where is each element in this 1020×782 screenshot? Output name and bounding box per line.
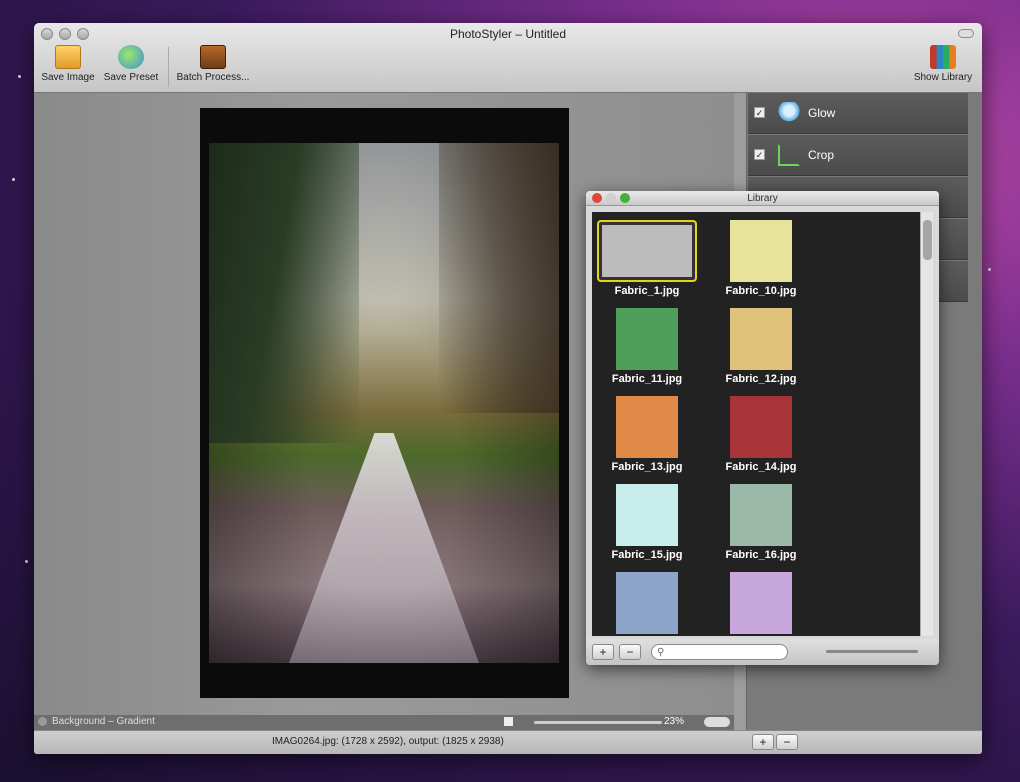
library-thumbnail	[616, 308, 678, 370]
library-item[interactable]: Fabric_1.jpg	[592, 215, 702, 297]
library-item[interactable]: Fabric_12.jpg	[706, 303, 816, 385]
library-item[interactable]	[706, 567, 816, 636]
layer-icon	[38, 717, 47, 726]
library-item[interactable]	[592, 567, 702, 636]
photo-road	[289, 433, 479, 663]
library-item-label: Fabric_16.jpg	[725, 549, 797, 561]
canvas-status-bar: Background – Gradient 23%	[34, 715, 734, 730]
library-thumbnail	[616, 572, 678, 634]
library-minimize-button[interactable]	[606, 193, 616, 203]
toolbar-toggle-button[interactable]	[958, 29, 974, 38]
zoom-slider[interactable]	[534, 721, 662, 724]
library-zoom-button[interactable]	[620, 193, 630, 203]
library-title: Library	[747, 193, 778, 204]
save-image-icon	[55, 45, 81, 69]
remove-effect-button[interactable]: −	[776, 734, 798, 750]
library-item-label: Fabric_11.jpg	[611, 373, 683, 385]
show-library-button[interactable]: Show Library	[910, 45, 976, 83]
effect-crop-label: Crop	[808, 148, 835, 162]
library-add-button[interactable]: +	[592, 644, 614, 660]
library-thumbnail	[730, 396, 792, 458]
effect-glow-checkbox[interactable]: ✓	[754, 107, 765, 118]
view-toggle-button[interactable]	[704, 717, 730, 727]
lightbulb-icon	[778, 102, 800, 124]
library-thumbnail	[730, 220, 792, 282]
effect-glow-label: Glow	[808, 106, 836, 120]
effect-crop[interactable]: ✓ Crop	[748, 135, 968, 176]
library-item[interactable]: Fabric_10.jpg	[706, 215, 816, 297]
library-thumbnail	[730, 484, 792, 546]
library-bottom-bar: + − ⚲	[586, 639, 939, 665]
star-decoration	[25, 560, 28, 563]
window-titlebar: PhotoStyler – Untitled Save Image Save P…	[34, 23, 982, 93]
batch-process-label: Batch Process...	[176, 72, 250, 83]
library-scrollbar[interactable]	[920, 212, 933, 636]
zoom-fit-icon[interactable]	[504, 717, 513, 726]
save-preset-icon	[118, 45, 144, 69]
library-item[interactable]: Fabric_13.jpg	[592, 391, 702, 473]
library-thumbnail	[730, 308, 792, 370]
effect-glow[interactable]: ✓ Glow	[748, 93, 968, 134]
save-preset-button[interactable]: Save Preset	[100, 45, 162, 83]
library-thumbnail	[616, 396, 678, 458]
library-item-label: Fabric_10.jpg	[725, 285, 797, 297]
library-item-label: Fabric_13.jpg	[611, 461, 683, 473]
search-icon: ⚲	[657, 647, 665, 658]
books-icon	[930, 45, 956, 69]
photo-trees-left	[209, 143, 359, 443]
library-item[interactable]: Fabric_14.jpg	[706, 391, 816, 473]
star-decoration	[18, 75, 21, 78]
file-info: IMAG0264.jpg: (1728 x 2592), output: (18…	[272, 736, 504, 747]
library-titlebar: Library	[586, 191, 939, 206]
window-bottom-bar: IMAG0264.jpg: (1728 x 2592), output: (18…	[34, 730, 982, 754]
show-library-label: Show Library	[913, 72, 973, 83]
batch-process-button[interactable]: Batch Process...	[176, 45, 250, 83]
window-title: PhotoStyler – Untitled	[449, 27, 567, 41]
library-item-label: Fabric_1.jpg	[614, 285, 680, 297]
crop-icon	[778, 144, 800, 166]
star-decoration	[988, 268, 991, 271]
library-remove-button[interactable]: −	[619, 644, 641, 660]
library-item[interactable]: Fabric_16.jpg	[706, 479, 816, 561]
library-item-label: Fabric_15.jpg	[611, 549, 683, 561]
library-thumbnail	[730, 572, 792, 634]
library-item-label: Fabric_12.jpg	[725, 373, 797, 385]
library-item-label: Fabric_14.jpg	[725, 461, 797, 473]
batch-process-icon	[200, 45, 226, 69]
save-image-label: Save Image	[41, 72, 95, 83]
save-image-button[interactable]: Save Image	[40, 45, 96, 83]
save-preset-label: Save Preset	[103, 72, 159, 83]
add-effect-button[interactable]: +	[752, 734, 774, 750]
photo-preview	[209, 143, 559, 663]
library-thumbnail	[597, 220, 697, 282]
library-close-button[interactable]	[592, 193, 602, 203]
library-window-controls	[592, 193, 630, 203]
library-grid: Fabric_1.jpg Fabric_10.jpg Fabric_11.jpg…	[592, 212, 920, 636]
photo-trees-right	[439, 143, 559, 413]
library-item[interactable]: Fabric_15.jpg	[592, 479, 702, 561]
zoom-level: 23%	[664, 716, 685, 727]
photo-frame	[200, 108, 569, 698]
library-item[interactable]: Fabric_11.jpg	[592, 303, 702, 385]
effect-crop-checkbox[interactable]: ✓	[754, 149, 765, 160]
star-decoration	[12, 178, 15, 181]
library-scroll-thumb[interactable]	[923, 220, 932, 260]
layer-name: Background – Gradient	[52, 716, 155, 727]
library-panel: Library Fabric_1.jpg Fabric_10.jpg Fabri…	[586, 191, 939, 665]
thumbnail-size-slider[interactable]	[826, 650, 918, 653]
library-search-input[interactable]: ⚲	[651, 644, 788, 660]
toolbar-separator	[168, 47, 169, 87]
library-thumbnail	[616, 484, 678, 546]
